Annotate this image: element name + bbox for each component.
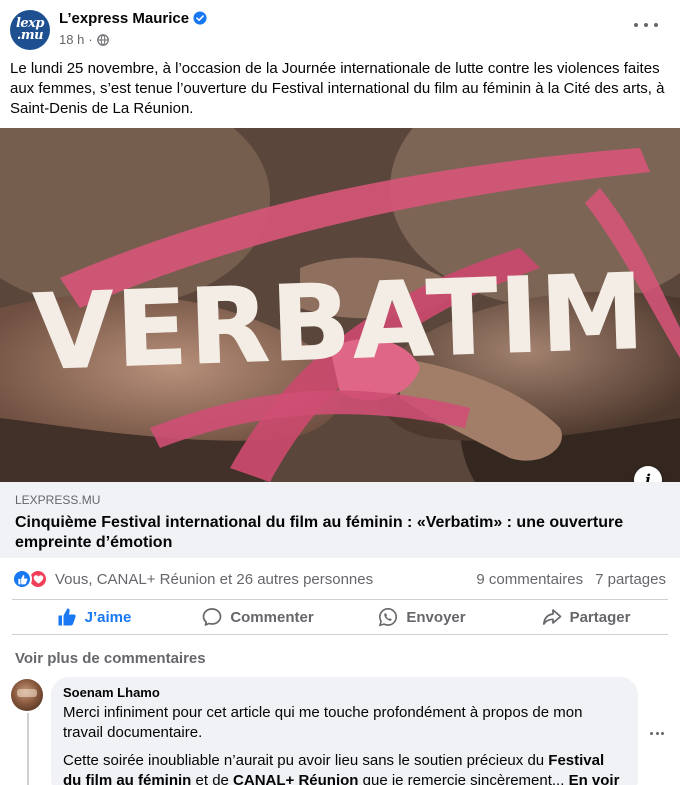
link-preview[interactable]: LEXPRESS.MU Cinquième Festival internati… (0, 482, 680, 558)
reaction-icons[interactable] (12, 569, 50, 589)
link-title[interactable]: Cinquième Festival international du film… (15, 513, 665, 553)
reactions-summary[interactable]: Vous, CANAL+ Réunion et 26 autres person… (55, 571, 373, 588)
post-header: lexp .mu L’express Maurice 18 h · (0, 0, 680, 52)
comment-text-part: et de (191, 772, 234, 785)
comment-label: Commenter (230, 608, 314, 626)
comment-thread-line (27, 713, 29, 785)
post-time[interactable]: 18 h (59, 32, 84, 47)
meta-separator: · (88, 32, 93, 47)
like-reaction-icon (12, 569, 32, 589)
like-button[interactable]: J’aime (12, 600, 176, 634)
dot-icon (661, 732, 664, 735)
comment-text-part: que je remercie sincèrement... (358, 772, 569, 785)
globe-icon (96, 33, 109, 46)
comment-text-bold: CANAL+ Réunion (233, 772, 359, 785)
post-image[interactable]: VERBATIM (0, 128, 680, 482)
engagement-counts: 9 commentaires 7 partages (476, 571, 666, 588)
post-meta: 18 h · (59, 32, 109, 47)
comments-count[interactable]: 9 commentaires (476, 571, 583, 588)
page-avatar[interactable]: lexp .mu (10, 10, 50, 50)
verified-badge-icon (193, 11, 207, 25)
link-domain: LEXPRESS.MU (15, 493, 101, 507)
page-name-row: L’express Maurice (59, 10, 207, 27)
comment-author[interactable]: Soenam Lhamo (63, 685, 626, 701)
dot-icon (655, 732, 659, 735)
share-icon (542, 609, 561, 625)
reactions-bar: Vous, CANAL+ Réunion et 26 autres person… (0, 560, 680, 598)
post-text: Le lundi 25 novembre, à l’occasion de la… (10, 60, 665, 117)
post-options-button[interactable] (634, 18, 658, 32)
action-bar: J’aime Commenter Envoyer Partager (12, 599, 668, 635)
whatsapp-icon (379, 607, 398, 627)
commenter-avatar[interactable] (11, 679, 43, 711)
comment-bubble: Soenam Lhamo Merci infiniment pour cet a… (51, 677, 638, 785)
comment-button[interactable]: Commenter (176, 600, 340, 634)
thumbs-up-icon (58, 608, 76, 626)
like-label: J’aime (84, 608, 132, 626)
share-button[interactable]: Partager (504, 600, 668, 634)
comment-text-continued: Cette soirée inoubliable n’aurait pu avo… (63, 751, 626, 785)
comment-text: Merci infiniment pour cet article qui me… (63, 704, 583, 741)
share-label: Partager (569, 608, 631, 626)
post-image-artwork: VERBATIM (0, 128, 680, 482)
shares-count[interactable]: 7 partages (595, 571, 666, 588)
see-more-comments-link[interactable]: Voir plus de commentaires (15, 650, 206, 667)
comment-options-button[interactable] (650, 732, 664, 736)
avatar-text-line2: .mu (16, 28, 44, 43)
send-label: Envoyer (406, 608, 466, 626)
dot-icon (634, 23, 638, 27)
comment-icon (202, 608, 222, 626)
comment-text-part: Cette soirée inoubliable n’aurait pu avo… (63, 752, 549, 769)
send-button[interactable]: Envoyer (340, 600, 504, 634)
dot-icon (650, 732, 653, 735)
image-overlay-title: VERBATIM (32, 250, 648, 393)
dot-icon (644, 23, 648, 27)
page-name[interactable]: L’express Maurice (59, 10, 189, 27)
dot-icon (654, 23, 658, 27)
